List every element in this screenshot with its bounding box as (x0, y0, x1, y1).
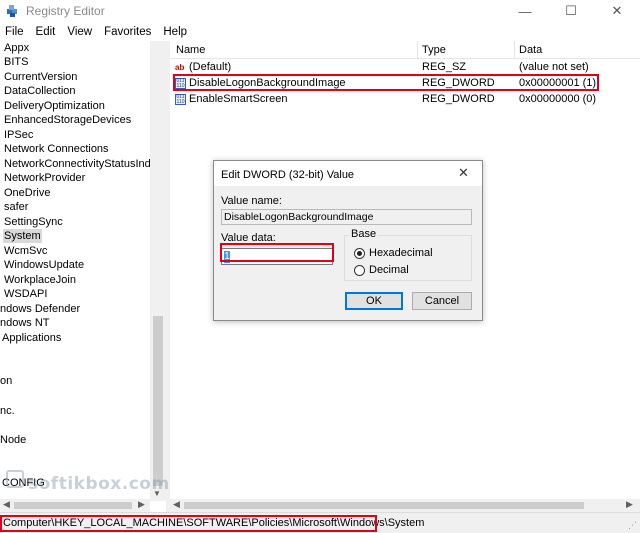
tree-item[interactable]: WSDAPI (4, 287, 47, 301)
dialog-title: Edit DWORD (32-bit) Value (221, 169, 355, 181)
menu-file[interactable]: File (0, 26, 30, 38)
window-title: Registry Editor (26, 4, 105, 18)
menu-bar: File Edit View Favorites Help (0, 22, 640, 41)
tree-item[interactable]: NetworkConnectivityStatusIndicato (4, 157, 166, 171)
column-header-type[interactable]: Type (422, 44, 446, 56)
menu-edit[interactable]: Edit (30, 26, 62, 38)
tree-item[interactable]: BITS (4, 55, 28, 69)
menu-favorites[interactable]: Favorites (98, 26, 157, 38)
scroll-right-arrow-icon[interactable]: ▶ (138, 499, 145, 510)
hexadecimal-label[interactable]: Hexadecimal (369, 247, 433, 259)
tree-item[interactable]: EnhancedStorageDevices (4, 113, 131, 127)
tree-item[interactable]: CurrentVersion (4, 70, 77, 84)
tree-item[interactable]: DataCollection (4, 84, 76, 98)
registry-tree: Appx BITS CurrentVersion DataCollection … (0, 41, 166, 512)
tree-item[interactable]: safer (4, 200, 28, 214)
scroll-right-arrow-icon[interactable]: ▶ (626, 499, 633, 510)
tree-item[interactable]: Network Connections (4, 142, 109, 156)
tree-item[interactable]: on (0, 374, 12, 388)
list-row[interactable]: ab (Default) REG_SZ (value not set) (170, 60, 640, 75)
base-label: Base (349, 228, 379, 240)
list-row[interactable]: 011 110 EnableSmartScreen REG_DWORD 0x000… (170, 92, 640, 107)
tree-item[interactable]: DeliveryOptimization (4, 99, 105, 113)
value-name: (Default) (189, 61, 232, 73)
scroll-left-arrow-icon[interactable]: ◀ (173, 499, 180, 510)
tree-item[interactable]: ndows Defender (0, 302, 80, 316)
menu-view[interactable]: View (61, 26, 98, 38)
binary-value-icon: 011 110 (175, 94, 186, 105)
maximize-button[interactable]: ☐ (548, 0, 594, 22)
title-bar: Registry Editor — ☐ ✕ (0, 0, 640, 22)
decimal-label[interactable]: Decimal (369, 264, 409, 276)
tree-item[interactable]: SettingSync (4, 215, 63, 229)
registry-editor-icon (7, 5, 17, 17)
value-name-field: DisableLogonBackgroundImage (221, 209, 472, 225)
string-value-icon: ab (175, 63, 185, 72)
dialog-close-button[interactable]: ✕ (458, 165, 469, 181)
column-header-name[interactable]: Name (176, 44, 205, 56)
tree-item[interactable]: Appx (4, 41, 29, 55)
column-divider[interactable] (417, 41, 418, 59)
tree-item[interactable]: Node (0, 433, 26, 447)
list-header: Name Type Data (170, 41, 640, 59)
edit-dword-dialog: Edit DWORD (32-bit) Value ✕ Value name: … (213, 160, 483, 321)
value-data-highlight-annotation (220, 243, 334, 262)
value-data: 0x00000000 (0) (519, 93, 597, 105)
tree-item[interactable]: nc. (0, 404, 15, 418)
column-divider[interactable] (514, 41, 515, 59)
value-data: (value not set) (519, 61, 589, 73)
scrollbar-thumb[interactable] (153, 316, 163, 486)
list-horizontal-scrollbar[interactable]: ◀ ▶ (170, 499, 640, 512)
hexadecimal-radio[interactable] (354, 248, 365, 259)
scrollbar-thumb[interactable] (184, 502, 584, 509)
scrollbar-thumb[interactable] (14, 502, 132, 509)
menu-help[interactable]: Help (157, 26, 193, 38)
minimize-button[interactable]: — (502, 0, 548, 22)
ok-button[interactable]: OK (345, 292, 403, 310)
tree-item[interactable]: WindowsUpdate (4, 258, 84, 272)
tree-item[interactable]: NetworkProvider (4, 171, 85, 185)
row-highlight-annotation (173, 74, 599, 91)
value-type: REG_DWORD (422, 93, 495, 105)
tree-vertical-scrollbar[interactable]: ▼ (150, 41, 166, 501)
tree-horizontal-scrollbar[interactable]: ◀ ▶ (0, 499, 150, 512)
watermark-logo-icon (6, 470, 24, 488)
value-type: REG_SZ (422, 61, 467, 73)
close-button[interactable]: ✕ (594, 0, 640, 22)
column-header-data[interactable]: Data (519, 44, 542, 56)
tree-item[interactable]: IPSec (4, 128, 33, 142)
decimal-radio[interactable] (354, 265, 365, 276)
tree-item-system[interactable]: System (3, 229, 42, 243)
tree-item[interactable]: Applications (2, 331, 61, 345)
path-highlight-annotation (0, 515, 377, 532)
tree-item[interactable]: WcmSvc (4, 244, 47, 258)
resize-grip-icon[interactable]: ⋰ (628, 520, 637, 531)
tree-item[interactable]: OneDrive (4, 186, 50, 200)
tree-item[interactable]: ndows NT (0, 316, 50, 330)
tree-item[interactable]: WorkplaceJoin (4, 273, 76, 287)
scroll-left-arrow-icon[interactable]: ◀ (3, 499, 10, 510)
value-name-label: Value name: (221, 195, 282, 207)
watermark: softikbox.com (28, 474, 170, 494)
cancel-button[interactable]: Cancel (412, 292, 472, 310)
value-name: EnableSmartScreen (189, 93, 288, 105)
